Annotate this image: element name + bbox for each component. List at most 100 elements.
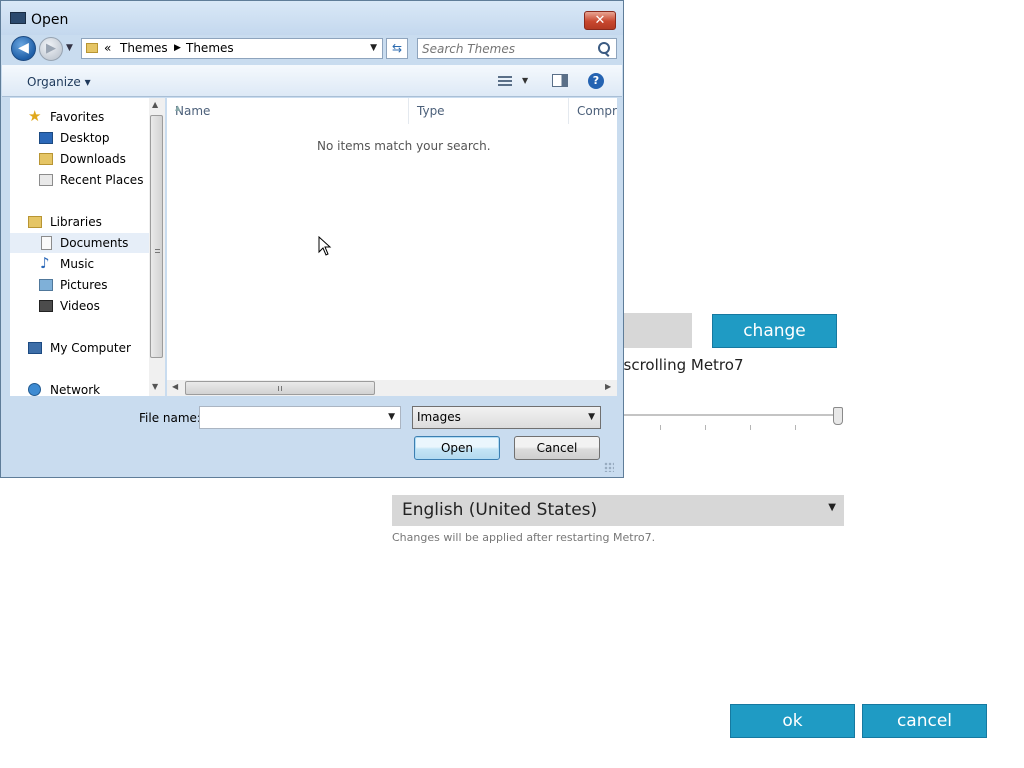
sidebar-item-network[interactable]: Network bbox=[10, 380, 155, 396]
empty-message: No items match your search. bbox=[317, 139, 491, 153]
scroll-up-icon[interactable]: ▲ bbox=[152, 100, 158, 109]
slider-tick bbox=[660, 425, 661, 430]
sidebar-item-label: Recent Places bbox=[60, 173, 144, 187]
chevron-down-icon: ▼ bbox=[588, 412, 595, 422]
dialog-cancel-button[interactable]: Cancel bbox=[514, 436, 600, 460]
chevron-down-icon[interactable]: ▼ bbox=[522, 76, 528, 85]
sidebar-item-label: Music bbox=[60, 257, 95, 271]
slider-tick bbox=[705, 425, 706, 430]
address-bar[interactable]: « Themes ▶ Themes ▼ bbox=[81, 38, 383, 59]
scroll-speed-slider-thumb[interactable] bbox=[833, 407, 843, 425]
music-icon: ♪ bbox=[40, 254, 50, 272]
column-header-label: Compre bbox=[577, 104, 617, 118]
view-options-icon[interactable] bbox=[498, 76, 512, 87]
breadcrumb-separator-icon[interactable]: ▶ bbox=[174, 43, 181, 53]
sort-up-icon: ▲ bbox=[175, 104, 181, 112]
column-header-type[interactable]: Type bbox=[409, 98, 569, 124]
column-header-compressed[interactable]: Compre bbox=[569, 98, 617, 124]
sidebar-item-recent-places[interactable]: Recent Places bbox=[10, 170, 155, 190]
desktop-icon bbox=[39, 132, 53, 144]
scroll-left-icon[interactable]: ◀ bbox=[172, 382, 178, 391]
sidebar-item-documents[interactable]: Documents bbox=[10, 233, 155, 253]
scroll-speed-slider-track[interactable] bbox=[600, 414, 840, 416]
folder-icon bbox=[86, 43, 98, 53]
sidebar-item-favorites[interactable]: ★ Favorites bbox=[10, 107, 155, 127]
sidebar-item-libraries[interactable]: Libraries bbox=[10, 212, 155, 232]
forward-button[interactable]: ▶ bbox=[39, 37, 63, 61]
navigation-scrollbar[interactable]: ▲ ▼ bbox=[149, 98, 165, 396]
sidebar-item-music[interactable]: ♪ Music bbox=[10, 254, 155, 274]
libraries-icon bbox=[28, 216, 42, 228]
sidebar-item-label: My Computer bbox=[50, 341, 131, 355]
search-box[interactable] bbox=[417, 38, 617, 59]
scrollbar-thumb[interactable] bbox=[150, 115, 163, 358]
sidebar-item-label: Desktop bbox=[60, 131, 110, 145]
sidebar-item-label: Downloads bbox=[60, 152, 126, 166]
file-name-label: File name: bbox=[139, 411, 201, 425]
search-input[interactable] bbox=[422, 40, 592, 57]
app-icon bbox=[10, 12, 26, 24]
dialog-titlebar[interactable]: Open ✕ bbox=[1, 1, 623, 35]
file-type-value: Images bbox=[417, 410, 461, 424]
chevron-down-icon[interactable]: ▼ bbox=[388, 412, 395, 422]
documents-icon bbox=[41, 236, 52, 250]
sidebar-item-label: Network bbox=[50, 383, 101, 396]
grip-icon bbox=[155, 249, 160, 255]
open-dialog: Open ✕ ◀ ▶ ▼ « Themes ▶ Themes ▼ ⇆ Organ… bbox=[0, 0, 624, 478]
breadcrumb-item-themes[interactable]: Themes bbox=[186, 41, 234, 55]
videos-icon bbox=[39, 300, 53, 312]
arrow-right-icon: ▶ bbox=[46, 41, 56, 56]
navigation-pane: ★ Favorites Desktop Downloads Recent Pla… bbox=[10, 98, 165, 396]
sidebar-item-label: Pictures bbox=[60, 278, 108, 292]
scroll-right-icon[interactable]: ▶ bbox=[605, 382, 611, 391]
sidebar-item-label: Favorites bbox=[50, 110, 105, 124]
organize-menu[interactable]: Organize ▾ bbox=[27, 75, 91, 89]
command-bar: Organize ▾ ▼ ? bbox=[2, 65, 622, 97]
pictures-icon bbox=[39, 279, 53, 291]
dialog-title: Open bbox=[31, 12, 69, 28]
file-type-select[interactable]: Images ▼ bbox=[412, 406, 601, 429]
file-name-input[interactable] bbox=[203, 409, 383, 426]
language-select[interactable]: English (United States) ▼ bbox=[392, 495, 844, 526]
chevron-down-icon: ▼ bbox=[828, 502, 836, 513]
sidebar-item-desktop[interactable]: Desktop bbox=[10, 128, 155, 148]
file-name-combobox[interactable]: ▼ bbox=[199, 406, 401, 429]
computer-icon bbox=[28, 342, 42, 354]
slider-tick bbox=[795, 425, 796, 430]
sidebar-item-my-computer[interactable]: My Computer bbox=[10, 338, 155, 358]
ok-button[interactable]: ok bbox=[730, 704, 855, 738]
open-button[interactable]: Open bbox=[414, 436, 500, 460]
change-button[interactable]: change bbox=[712, 314, 837, 348]
grip-icon bbox=[278, 386, 284, 391]
column-header-name[interactable]: Name ▲ bbox=[167, 98, 409, 124]
scrollbar-thumb[interactable] bbox=[185, 381, 375, 395]
language-note: Changes will be applied after restarting… bbox=[392, 531, 656, 544]
recent-places-icon bbox=[39, 174, 53, 186]
sidebar-item-downloads[interactable]: Downloads bbox=[10, 149, 155, 169]
resize-grip-icon[interactable] bbox=[604, 462, 614, 472]
sidebar-item-videos[interactable]: Videos bbox=[10, 296, 155, 316]
chevron-down-icon[interactable]: ▼ bbox=[370, 43, 377, 53]
refresh-button[interactable]: ⇆ bbox=[386, 38, 408, 59]
cancel-button[interactable]: cancel bbox=[862, 704, 987, 738]
sidebar-item-label: Videos bbox=[60, 299, 100, 313]
language-select-value: English (United States) bbox=[402, 500, 598, 520]
scroll-down-icon[interactable]: ▼ bbox=[152, 382, 158, 391]
refresh-icon: ⇆ bbox=[391, 41, 403, 55]
search-icon[interactable] bbox=[598, 42, 610, 54]
column-header-label: Type bbox=[417, 104, 445, 118]
breadcrumb-item-themes-parent[interactable]: Themes bbox=[120, 41, 168, 55]
network-icon bbox=[28, 383, 41, 396]
file-list[interactable]: Name ▲ Type Compre No items match your s… bbox=[167, 98, 617, 396]
recent-locations-dropdown[interactable]: ▼ bbox=[66, 43, 73, 53]
slider-tick bbox=[750, 425, 751, 430]
breadcrumb-prefix[interactable]: « bbox=[104, 41, 111, 55]
back-button[interactable]: ◀ bbox=[11, 36, 36, 61]
close-button[interactable]: ✕ bbox=[584, 11, 616, 30]
preview-pane-icon[interactable] bbox=[552, 74, 568, 87]
help-icon[interactable]: ? bbox=[588, 73, 604, 89]
sidebar-item-label: Libraries bbox=[50, 215, 102, 229]
star-icon: ★ bbox=[28, 107, 42, 125]
sidebar-item-pictures[interactable]: Pictures bbox=[10, 275, 155, 295]
file-list-horizontal-scrollbar[interactable]: ◀ ▶ bbox=[167, 380, 617, 396]
